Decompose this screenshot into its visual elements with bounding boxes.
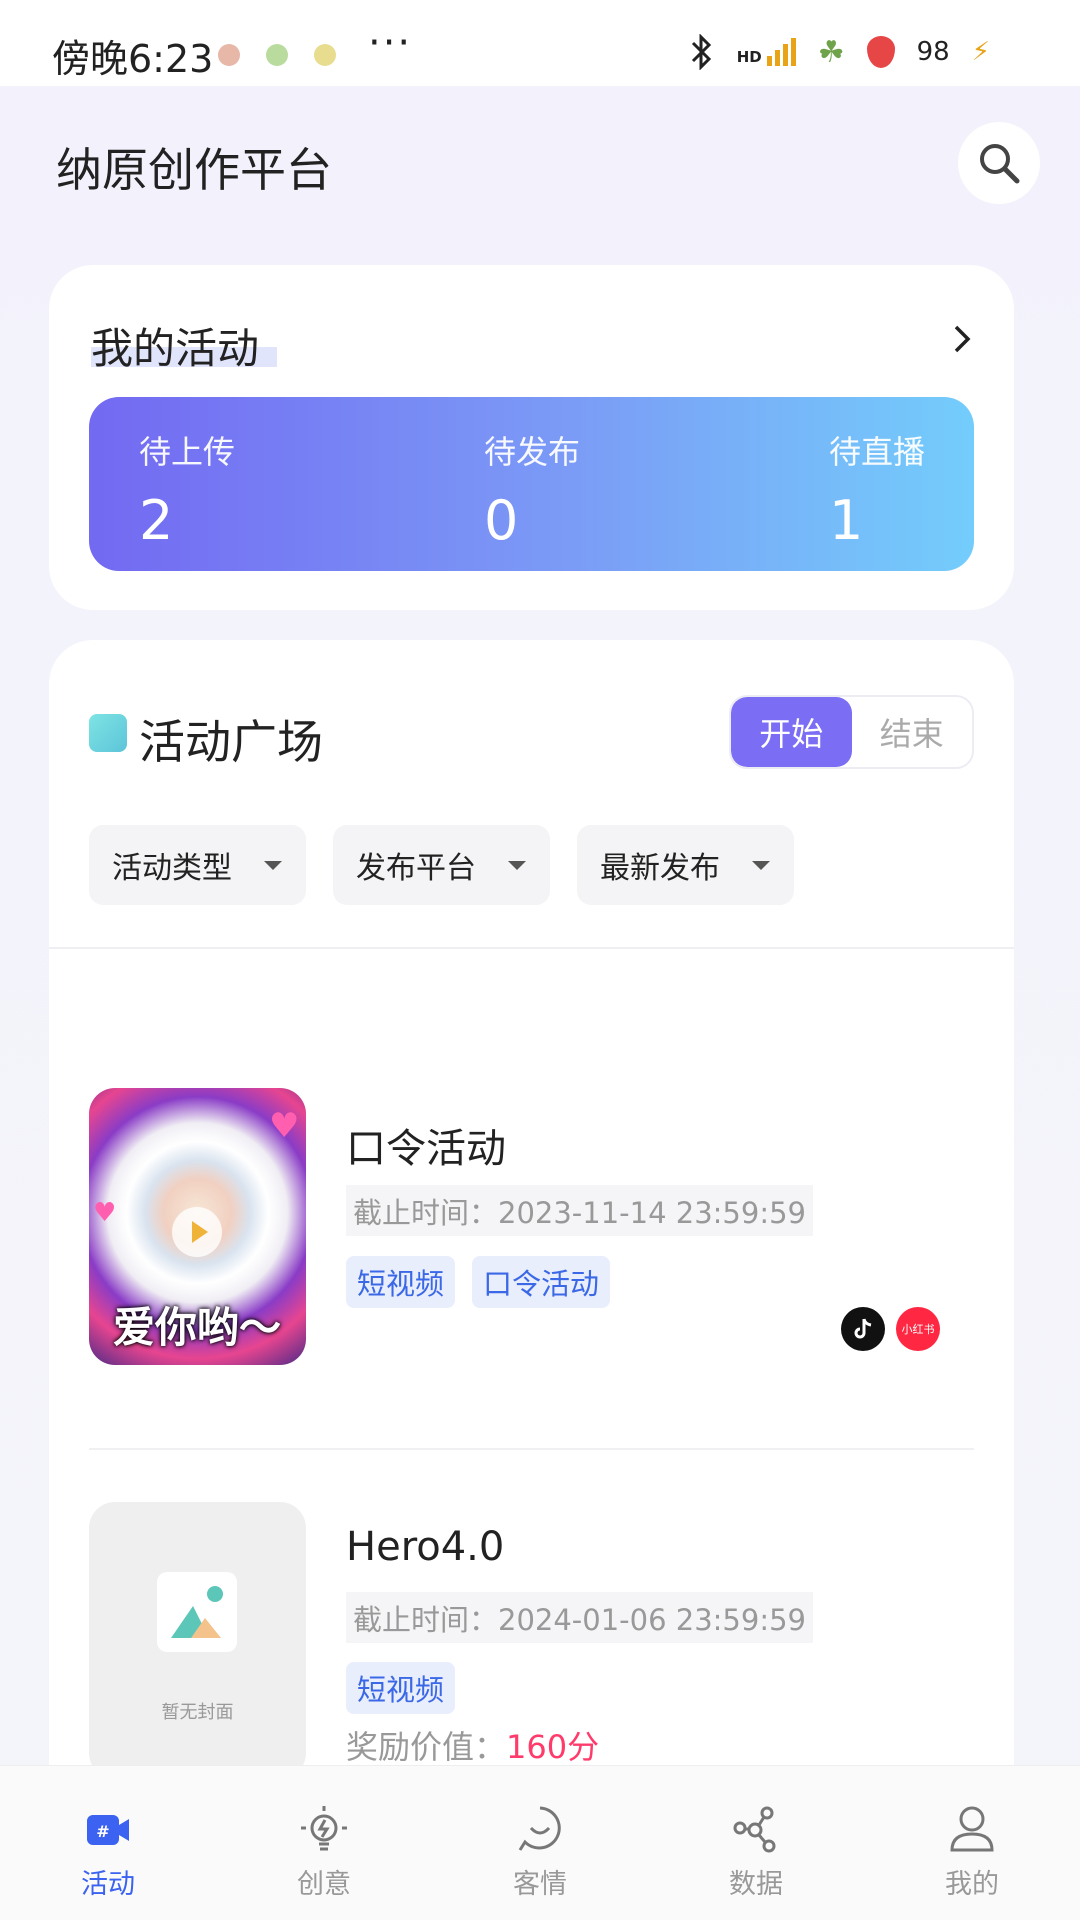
tab-label: 客情 [513, 1869, 567, 1900]
stat-value: 2 [139, 489, 174, 552]
status-icons: HD ☘ 98 ⚡ [689, 34, 990, 70]
chevron-right-icon [954, 325, 971, 353]
battery-level: 98 [916, 37, 950, 67]
image-placeholder-icon [157, 1572, 237, 1652]
activity-title: Hero4.0 [346, 1524, 505, 1570]
thumbnail-caption: 爱你哟～ [113, 1303, 282, 1352]
tab-label: 创意 [297, 1869, 351, 1900]
tab-customer[interactable]: 客情 [432, 1766, 648, 1920]
activity-deadline: 截止时间：2024-01-06 23:59:59 [346, 1592, 813, 1643]
my-activity-more-button[interactable] [950, 321, 974, 361]
activity-thumbnail[interactable]: 暂无封面 [89, 1502, 306, 1779]
stat-pending-live[interactable]: 待直播 1 [829, 427, 925, 552]
xiaohongshu-icon: 小红书 [896, 1307, 940, 1351]
stat-value: 1 [829, 489, 864, 552]
filter-platform[interactable]: 发布平台 [333, 825, 550, 905]
heart-icon: ♥ [93, 1198, 117, 1228]
toggle-end[interactable]: 结束 [852, 697, 973, 767]
search-icon [980, 144, 1020, 184]
tag: 短视频 [346, 1256, 456, 1308]
stat-label: 待上传 [139, 433, 236, 471]
activity-deadline: 截止时间：2023-11-14 23:59:59 [346, 1185, 813, 1236]
filter-label: 活动类型 [112, 851, 232, 886]
filter-label: 发布平台 [356, 851, 476, 886]
search-button[interactable] [958, 122, 1040, 204]
filter-activity-type[interactable]: 活动类型 [89, 825, 306, 905]
stat-label: 待发布 [484, 433, 581, 471]
activity-thumbnail[interactable]: ♥ ♥ 爱你哟～ [89, 1088, 306, 1365]
tab-label: 我的 [945, 1869, 999, 1900]
notification-app-icon [218, 44, 240, 66]
filter-sort-latest[interactable]: 最新发布 [577, 825, 794, 905]
tab-label: 数据 [729, 1869, 783, 1900]
status-time: 傍晚6:23 [52, 37, 214, 81]
bluetooth-icon [691, 34, 711, 70]
lightbulb-icon [294, 1802, 354, 1856]
play-icon[interactable] [172, 1207, 222, 1257]
stat-value: 0 [484, 489, 519, 552]
tab-activity[interactable]: # 活动 [0, 1766, 216, 1920]
tag: 口令活动 [472, 1256, 611, 1308]
charging-icon: ⚡ [971, 37, 990, 67]
activity-square-title: 活动广场 [139, 715, 323, 769]
status-toggle: 开始 结束 [729, 695, 974, 769]
tab-label: 活动 [81, 1869, 135, 1900]
activity-tags: 短视频 [346, 1662, 456, 1714]
caret-down-icon [264, 861, 282, 870]
stat-pending-upload[interactable]: 待上传 2 [139, 427, 235, 552]
my-activity-title: 我的活动 [91, 324, 260, 373]
caret-down-icon [752, 861, 770, 870]
reward-value: 奖励价值：160分 [346, 1728, 600, 1766]
bottom-tab-bar: # 活动 创意 客情 数据 我的 [0, 1765, 1080, 1920]
tab-data[interactable]: 数据 [648, 1766, 864, 1920]
strawberry-icon [866, 36, 895, 68]
stat-pending-publish[interactable]: 待发布 0 [484, 427, 580, 552]
xiaohongshu-label: 小红书 [901, 1323, 935, 1336]
divider [49, 947, 1014, 949]
my-activity-card: 我的活动 待上传 2 待发布 0 待直播 1 [49, 265, 1014, 610]
svg-text:#: # [96, 1822, 109, 1841]
activity-square-card: 活动广场 开始 结束 活动类型 发布平台 最新发布 ♥ ♥ 爱你哟～ 口令活动 … [49, 640, 1014, 1920]
stat-label: 待直播 [829, 433, 926, 471]
tab-mine[interactable]: 我的 [864, 1766, 1080, 1920]
page-title: 纳原创作平台 [56, 143, 332, 197]
tag: 短视频 [346, 1662, 456, 1714]
share-nodes-icon [726, 1802, 786, 1856]
signal-icon: HD [737, 38, 796, 66]
activity-square-icon [89, 714, 127, 752]
filter-label: 最新发布 [600, 851, 720, 886]
notification-app-icon [314, 44, 336, 66]
status-bar: 傍晚6:23 ··· HD ☘ 98 ⚡ [0, 0, 1080, 86]
notification-app-icon [266, 44, 288, 66]
activity-tags: 短视频 口令活动 [346, 1256, 611, 1308]
activity-stats-panel: 待上传 2 待发布 0 待直播 1 [89, 397, 974, 571]
douyin-icon [841, 1307, 885, 1351]
filter-bar: 活动类型 发布平台 最新发布 [89, 825, 794, 905]
divider [89, 1448, 974, 1450]
toggle-start[interactable]: 开始 [731, 697, 852, 767]
tab-ideas[interactable]: 创意 [216, 1766, 432, 1920]
platform-icons: 小红书 [841, 1307, 940, 1351]
smile-icon [510, 1802, 570, 1856]
no-cover-text: 暂无封面 [161, 1702, 234, 1723]
activity-title: 口令活动 [346, 1126, 506, 1172]
activity-icon: # [78, 1802, 138, 1856]
person-icon [942, 1802, 1002, 1856]
more-notifications-icon: ··· [368, 20, 413, 66]
heart-icon: ♥ [269, 1106, 300, 1146]
clover-icon: ☘ [817, 34, 845, 70]
caret-down-icon [508, 861, 526, 870]
